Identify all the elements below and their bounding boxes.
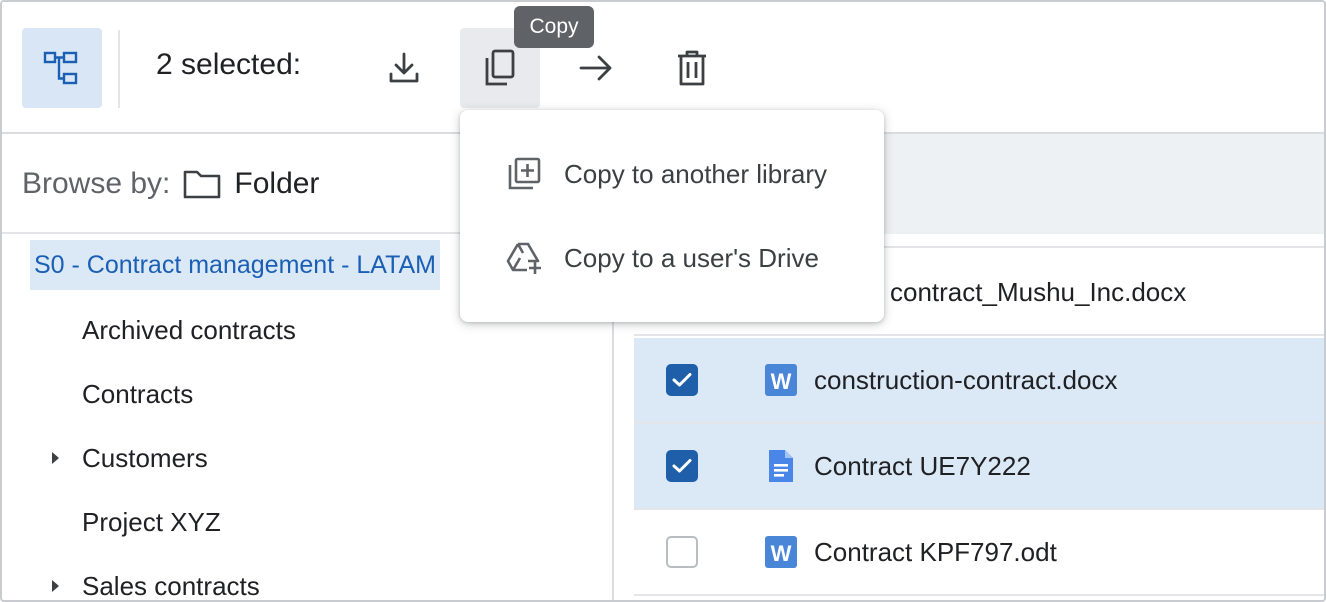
tree-view-icon — [43, 51, 78, 85]
browse-mode-label: Folder — [234, 167, 320, 200]
row-checkbox[interactable] — [666, 536, 698, 568]
file-name[interactable]: Contract UE7Y222 — [814, 451, 1031, 482]
browse-mode[interactable]: Folder — [182, 167, 319, 201]
word-file-icon: W — [764, 535, 798, 569]
menu-item-copy-to-library[interactable]: Copy to another library — [460, 132, 884, 216]
tree-view-toggle-button[interactable] — [22, 28, 102, 108]
tree-item-project-xyz[interactable]: Project XYZ — [82, 502, 221, 542]
toolbar-divider — [118, 30, 120, 108]
expand-caret-icon[interactable] — [50, 438, 62, 478]
word-file-icon: W — [764, 363, 798, 397]
file-name[interactable]: Contract KPF797.odt — [814, 537, 1057, 568]
drive-add-icon — [504, 238, 544, 278]
library-add-icon — [504, 154, 544, 194]
copy-tooltip: Copy — [514, 6, 594, 48]
menu-item-label: Copy to another library — [564, 158, 828, 189]
menu-item-copy-to-drive[interactable]: Copy to a user's Drive — [460, 216, 884, 300]
row-checkbox[interactable] — [666, 364, 698, 396]
tree-item-sales-contracts[interactable]: Sales contracts — [82, 566, 260, 601]
checkmark-icon — [672, 373, 692, 387]
expand-caret-icon[interactable] — [50, 566, 62, 600]
copy-icon — [485, 49, 515, 86]
tree-root-item[interactable]: S0 - Contract management - LATAM — [30, 240, 441, 290]
checkmark-icon — [672, 459, 692, 473]
move-arrow-icon — [579, 55, 612, 81]
download-icon — [389, 52, 419, 83]
row-checkbox[interactable] — [666, 450, 698, 482]
menu-item-label: Copy to a user's Drive — [564, 242, 819, 273]
file-name[interactable]: contract_Mushu_Inc.docx — [890, 277, 1186, 308]
trash-icon — [678, 50, 706, 86]
tree-item-contracts[interactable]: Contracts — [82, 374, 193, 414]
file-row[interactable]: W construction-contract.docx — [634, 338, 1324, 424]
delete-button[interactable] — [652, 28, 732, 108]
file-row[interactable]: Contract UE7Y222 — [634, 424, 1324, 510]
file-name[interactable]: construction-contract.docx — [814, 365, 1117, 396]
folder-icon — [184, 170, 221, 199]
browse-by-selector[interactable]: Browse by: Folder — [22, 164, 319, 204]
file-row[interactable]: W Contract KPF797.odt — [634, 510, 1324, 596]
browse-by-label: Browse by: — [22, 167, 171, 200]
download-button[interactable] — [364, 28, 444, 108]
svg-text:W: W — [771, 369, 792, 394]
selected-count: 2 selected: — [156, 48, 302, 81]
svg-text:W: W — [771, 541, 792, 566]
tree-item-archived-contracts[interactable]: Archived contracts — [82, 310, 296, 350]
google-doc-icon — [764, 449, 798, 483]
app-window: 2 selected: Copy Browse by: Folder S0 - … — [0, 0, 1326, 602]
tree-item-customers[interactable]: Customers — [82, 438, 208, 478]
copy-menu: Copy to another library Copy to a user's… — [460, 110, 884, 322]
